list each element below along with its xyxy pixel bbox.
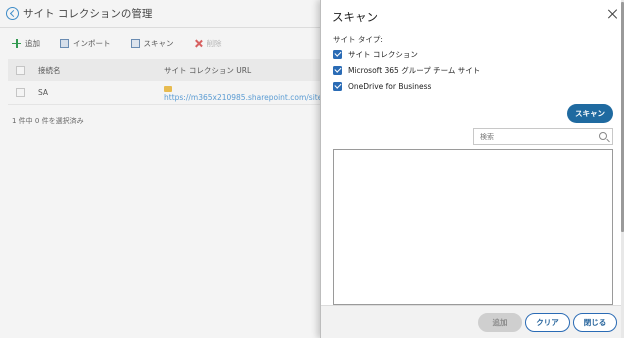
checkbox-m365-group-team-site[interactable] [333, 65, 342, 75]
scan-results-list[interactable] [333, 149, 613, 305]
checkbox-label: OneDrive for Business [348, 81, 432, 91]
dialog-footer: 追加 クリア 閉じる [321, 305, 624, 338]
site-type-option-onedrive[interactable]: OneDrive for Business [333, 80, 431, 92]
checkbox-onedrive[interactable] [333, 81, 342, 91]
checkbox-site-collection[interactable] [333, 49, 342, 59]
close-icon[interactable] [606, 8, 618, 20]
scan-dialog: スキャン サイト タイプ: サイト コレクション Microsoft 365 グ… [320, 0, 624, 338]
site-type-option-site-collection[interactable]: サイト コレクション [333, 48, 418, 60]
clear-button[interactable]: クリア [525, 313, 570, 332]
search-box [473, 128, 613, 145]
search-icon[interactable] [599, 132, 607, 140]
site-type-label: サイト タイプ: [333, 35, 383, 44]
site-type-option-m365-group[interactable]: Microsoft 365 グループ チーム サイト [333, 64, 480, 76]
add-button-disabled[interactable]: 追加 [478, 313, 522, 332]
checkbox-label: サイト コレクション [348, 49, 418, 59]
checkbox-label: Microsoft 365 グループ チーム サイト [348, 65, 481, 75]
scan-button[interactable]: スキャン [567, 104, 613, 123]
modal-overlay [0, 0, 320, 338]
search-input[interactable] [474, 129, 594, 144]
close-button[interactable]: 閉じる [573, 313, 617, 332]
dialog-title: スキャン [332, 10, 378, 24]
